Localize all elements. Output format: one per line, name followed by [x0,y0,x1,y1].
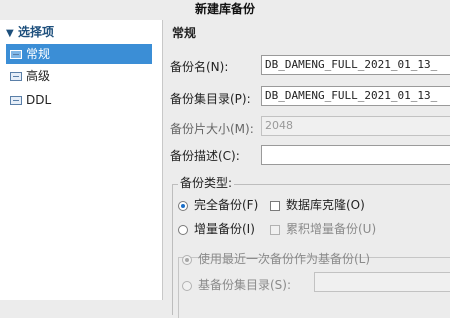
radio-selected-icon [178,200,188,211]
nav-item-label: 常规 [26,47,51,61]
radio-icon [182,280,192,291]
nav-item-general[interactable]: 常规 [6,44,152,64]
full-backup-radio[interactable]: 完全备份(F) [178,196,258,213]
nav-item-ddl[interactable]: DDL [6,90,152,110]
page-icon [10,96,22,105]
nav-item-advanced[interactable]: 高级 [6,66,152,86]
collapse-arrow-icon[interactable]: ▼ [6,26,18,42]
checkbox-icon [270,200,280,211]
cumulative-backup-label: 累积增量备份(U) [286,222,377,236]
backup-dir-label: 备份集目录(P): [170,92,251,106]
piece-size-label: 备份片大小(M): [170,122,254,136]
base-dir-label: 基备份集目录(S): [198,278,292,292]
nav-header[interactable]: ▼ 选择项 [6,24,156,40]
description-label: 备份描述(C): [170,149,240,163]
use-latest-radio[interactable]: 使用最近一次备份作为基备份(L) [182,250,370,267]
db-clone-checkbox[interactable]: 数据库克隆(O) [270,196,365,213]
backup-type-title: 备份类型: [178,174,235,191]
db-clone-label: 数据库克隆(O) [286,198,365,212]
page-icon [10,50,22,59]
cumulative-backup-checkbox[interactable]: 累积增量备份(U) [270,220,376,237]
use-latest-label: 使用最近一次备份作为基备份(L) [198,252,371,266]
nav-item-label: DDL [26,93,52,107]
backup-dir-input[interactable]: DB_DAMENG_FULL_2021_01_13_ [261,86,450,106]
incremental-backup-label: 增量备份(I) [194,222,255,236]
incremental-backup-radio[interactable]: 增量备份(I) [178,220,255,237]
base-dir-input[interactable] [314,272,450,292]
piece-size-input[interactable]: 2048 [261,116,450,136]
page-icon [10,72,22,81]
nav-item-label: 高级 [26,69,51,83]
section-title: 常规 [172,26,197,40]
base-dir-radio[interactable]: 基备份集目录(S): [182,276,291,293]
window-title: 新建库备份 [0,0,450,18]
nav-header-label: 选择项 [18,25,55,39]
checkbox-icon [270,224,280,235]
form-panel: 常规 备份名(N): DB_DAMENG_FULL_2021_01_13_ 备份… [164,20,450,318]
backup-name-label: 备份名(N): [170,60,229,74]
description-input[interactable] [261,145,450,165]
backup-name-input[interactable]: DB_DAMENG_FULL_2021_01_13_ [261,55,450,75]
radio-icon [178,224,188,235]
full-backup-label: 完全备份(F) [194,198,259,212]
nav-panel: ▼ 选择项 常规 高级 DDL [0,20,163,300]
radio-selected-icon [182,254,192,265]
